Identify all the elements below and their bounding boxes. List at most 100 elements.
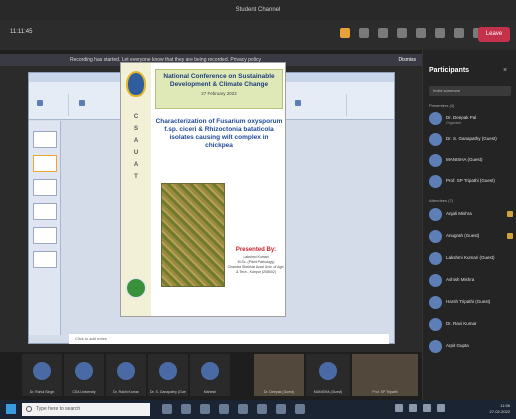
search-icon [26, 406, 32, 412]
system-tray [395, 404, 445, 412]
avatar [429, 208, 442, 221]
network-icon[interactable] [395, 404, 403, 412]
participant-item[interactable]: Ashish Mishra [429, 274, 513, 290]
task-view-icon[interactable] [162, 404, 172, 414]
avatar [429, 175, 442, 188]
participant-item[interactable]: MANISHA (Guest) [429, 154, 513, 170]
avatar [319, 362, 337, 380]
avatar [429, 230, 442, 243]
slide-thumbnail[interactable] [33, 203, 57, 220]
browser-icon[interactable] [200, 404, 210, 414]
presenters-section-label: Presenters (4) [429, 103, 455, 108]
notes-pane[interactable]: Click to add notes [69, 334, 389, 344]
participants-panel: Participants × Invite someone Presenters… [422, 50, 516, 400]
video-tile[interactable]: Dr. S. Ganapathy (Guest) [148, 354, 188, 396]
avatar [75, 362, 93, 380]
avatar [201, 362, 219, 380]
participant-item[interactable]: Arpit Gupta [429, 340, 513, 356]
participants-title: Participants [429, 67, 470, 74]
slide-thumbnail[interactable] [33, 179, 57, 196]
conference-date: 27 February 2022 [201, 91, 237, 96]
meeting-toolbar: 11:11:45 Leave [0, 20, 516, 50]
pinned-apps [162, 404, 305, 414]
slide-thumbnail[interactable] [33, 155, 57, 172]
participants-icon[interactable] [359, 28, 369, 38]
avatar [429, 154, 442, 167]
window-titlebar: Student Channel [0, 0, 516, 20]
presentation-slide: C S A U A T National Conference on Susta… [120, 62, 286, 317]
camera-icon[interactable] [435, 28, 445, 38]
powerpoint-icon[interactable] [238, 404, 248, 414]
participant-item[interactable]: Harsh Tripathi (Guest) [429, 296, 513, 312]
presenter-info: Lakshmi Kumari M.Sc. (Plant Pathology) C… [227, 255, 285, 274]
paste-icon[interactable] [37, 100, 43, 106]
institute-logo [125, 277, 147, 299]
start-icon[interactable] [6, 404, 16, 414]
video-tile[interactable]: Mahesh [190, 354, 230, 396]
participant-item[interactable]: Dr. Deepak Pal Organizer [429, 112, 513, 128]
attendees-section-label: Attendees (7) [429, 198, 454, 203]
participant-item[interactable]: Dr. S. Ganapathy (Guest) [429, 133, 513, 149]
paper-title: Characterization of Fusarium oxysporum f… [155, 118, 283, 149]
video-gallery: Dr. Rahul Singh CSA University Dr. Rakhi… [0, 352, 422, 400]
dismiss-button[interactable]: Dismiss [399, 54, 417, 66]
avatar [429, 252, 442, 265]
taskbar-search-input[interactable]: Type here to search [22, 403, 150, 416]
participant-item[interactable]: Anjali Mishra [429, 208, 513, 224]
chickpea-field-photo [161, 183, 225, 287]
raise-hand-icon[interactable] [340, 28, 350, 38]
window-title: Student Channel [235, 7, 281, 13]
video-tile[interactable]: Dr. Deepak (Guest) [254, 354, 304, 396]
avatar [33, 362, 51, 380]
raised-hand-icon [507, 233, 513, 239]
raised-hand-icon [507, 211, 513, 217]
avatar [429, 318, 442, 331]
chrome-icon[interactable] [276, 404, 286, 414]
slide-thumbnail[interactable] [33, 251, 57, 268]
shapes-icon[interactable] [295, 100, 301, 106]
word-icon[interactable] [219, 404, 229, 414]
conference-title: National Conference on Sustainable Devel… [163, 73, 275, 88]
avatar [117, 362, 135, 380]
language-icon[interactable] [437, 404, 445, 412]
university-emblem [126, 71, 146, 97]
more-icon[interactable] [416, 28, 426, 38]
volume-icon[interactable] [409, 404, 417, 412]
video-tile[interactable]: Prof. SP Tripathi [352, 354, 418, 396]
participant-item[interactable]: Prof. SP Tripathi (Guest) [429, 175, 513, 191]
video-tile[interactable]: CSA University [64, 354, 104, 396]
windows-taskbar: Type here to search 11:56 27-02-2022 [0, 400, 516, 419]
side-letters: C S A U A T [133, 114, 139, 180]
participant-item[interactable]: Anugrah (Guest) [429, 230, 513, 246]
close-icon[interactable]: × [503, 67, 507, 74]
avatar [429, 340, 442, 353]
slide-thumbnail[interactable] [33, 131, 57, 148]
video-tile[interactable]: Dr. Rakhi Kumar [106, 354, 146, 396]
new-slide-icon[interactable] [79, 100, 85, 106]
teams-icon[interactable] [257, 404, 267, 414]
avatar [159, 362, 177, 380]
slide-thumbnails [29, 121, 61, 335]
avatar [429, 296, 442, 309]
video-tile[interactable]: Dr. Rahul Singh [22, 354, 62, 396]
slide-thumbnail[interactable] [33, 227, 57, 244]
participant-item[interactable]: Lakshmi Kumari (Guest) [429, 252, 513, 268]
chat-icon[interactable] [378, 28, 388, 38]
participant-item[interactable]: Dr. Ravi Kumar [429, 318, 513, 334]
video-tile[interactable]: MANISHA (Guest) [306, 354, 350, 396]
avatar [429, 112, 442, 125]
avatar [429, 274, 442, 287]
meeting-controls [340, 28, 483, 38]
avatar [429, 133, 442, 146]
mail-icon[interactable] [295, 404, 305, 414]
leave-button[interactable]: Leave [478, 27, 510, 42]
reactions-icon[interactable] [397, 28, 407, 38]
presenter-block: Presented By: Lakshmi Kumari M.Sc. (Plan… [227, 247, 285, 275]
invite-input[interactable]: Invite someone [429, 86, 511, 96]
microphone-icon[interactable] [454, 28, 464, 38]
battery-icon[interactable] [423, 404, 431, 412]
file-explorer-icon[interactable] [181, 404, 191, 414]
conference-box: National Conference on Sustainable Devel… [155, 69, 283, 109]
system-clock[interactable]: 11:56 27-02-2022 [490, 403, 510, 415]
meeting-timer: 11:11:45 [10, 29, 33, 35]
